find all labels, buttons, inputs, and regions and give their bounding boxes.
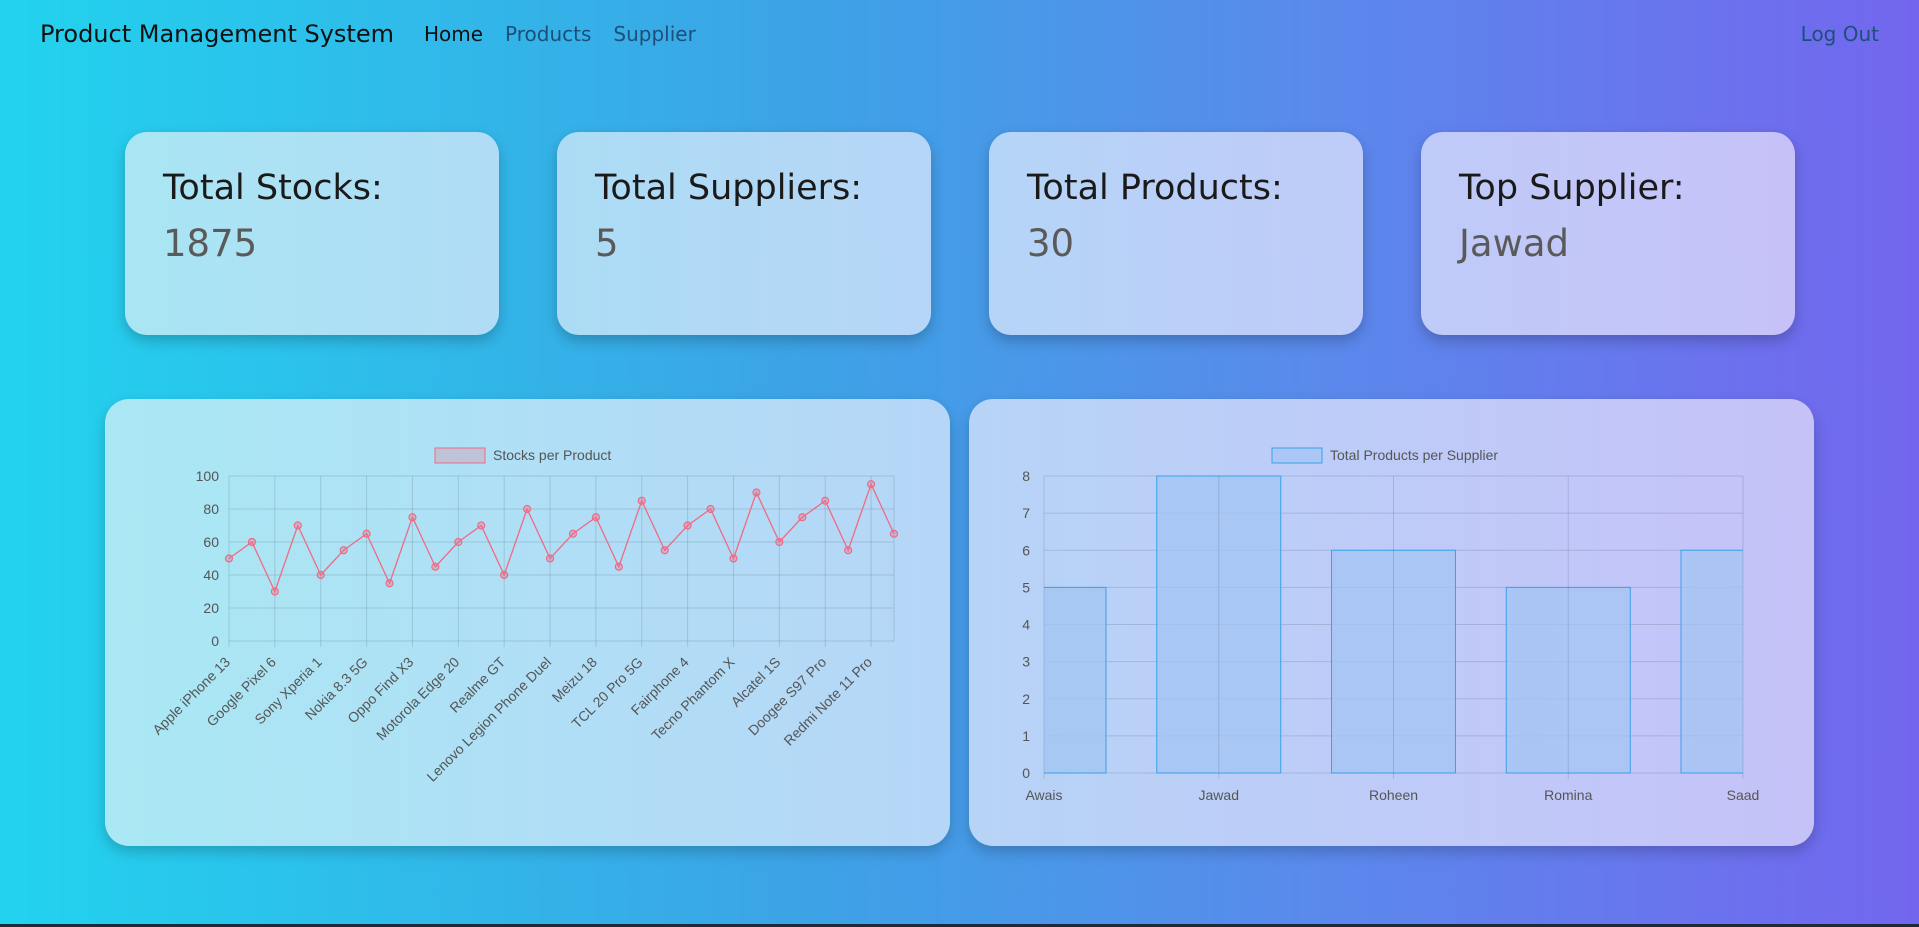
data-point: [545, 554, 555, 563]
y-tick-label: 0: [211, 633, 219, 649]
stocks-chart-panel: Stocks per Product 0 20 40 60 80 100 Apple iPho…: [105, 399, 950, 846]
nav-products-link[interactable]: Products: [505, 22, 591, 46]
data-point: [660, 546, 669, 555]
data-point: [270, 587, 279, 596]
total-stocks-label: Total Stocks:: [163, 168, 383, 208]
total-stocks-value: 1875: [163, 222, 258, 265]
data-point: [500, 570, 509, 580]
legend-swatch: [434, 447, 486, 464]
y-tick-label: 100: [196, 468, 220, 484]
legend-label: Stocks per Product: [493, 447, 611, 463]
data-point: [752, 488, 761, 497]
data-point: [889, 529, 899, 538]
y-tick-label: 80: [203, 501, 219, 517]
x-tick-label: Romina: [1544, 787, 1592, 803]
data-point: [293, 521, 302, 530]
data-point: [224, 554, 234, 563]
nav-supplier-link[interactable]: Supplier: [613, 22, 695, 46]
supplier-chart-panel: Total Products per Supplier 0 1 2 3 4 5 6 7 8 Awai…: [969, 399, 1814, 846]
data-point: [477, 521, 486, 530]
y-tick-label: 4: [1022, 617, 1030, 633]
data-point: [431, 562, 440, 571]
y-tick-label: 20: [203, 600, 219, 616]
navbar: Product Management System Home Products …: [0, 0, 1919, 68]
total-suppliers-label: Total Suppliers:: [595, 168, 863, 208]
data-point: [866, 480, 876, 489]
data-point: [775, 537, 784, 547]
data-point: [729, 554, 738, 563]
total-products-label: Total Products:: [1027, 168, 1283, 208]
x-tick-label: Doogee S97 Pro: [745, 654, 830, 739]
total-products-card: Total Products: 30: [989, 132, 1363, 335]
data-point: [523, 504, 532, 514]
data-point: [362, 529, 371, 538]
data-point: [568, 529, 578, 538]
y-tick-label: 0: [1022, 765, 1030, 781]
total-products-value: 30: [1027, 222, 1075, 265]
top-supplier-value: Jawad: [1459, 222, 1570, 265]
brand-title[interactable]: Product Management System: [40, 20, 394, 48]
top-supplier-label: Top Supplier:: [1459, 168, 1685, 208]
x-tick-label: Motorola Edge 20: [373, 654, 463, 744]
data-point: [821, 496, 830, 505]
y-tick-label: 6: [1022, 542, 1030, 558]
x-tick-label: Roheen: [1369, 787, 1418, 803]
y-tick-label: 3: [1022, 654, 1030, 670]
data-point: [706, 504, 715, 514]
y-tick-label: 5: [1022, 579, 1030, 595]
y-tick-label: 60: [203, 534, 219, 550]
y-tick-label: 2: [1022, 691, 1030, 707]
data-point: [614, 562, 623, 571]
x-tick-label: Redmi Note 11 Pro: [780, 654, 875, 749]
data-point: [798, 513, 807, 522]
data-point: [316, 570, 325, 580]
x-tick-label: Jawad: [1199, 787, 1239, 803]
total-suppliers-value: 5: [595, 222, 619, 265]
data-point: [385, 579, 394, 588]
data-point: [637, 496, 646, 505]
x-tick-label: Tecno Phantom X: [648, 653, 738, 743]
y-tick-label: 8: [1022, 468, 1030, 484]
supplier-bar-chart: Total Products per Supplier 0 1 2 3 4 5 6 7 8 Awai…: [1022, 447, 1760, 803]
x-tick-label: Saad: [1727, 787, 1760, 803]
nav-home-link[interactable]: Home: [424, 22, 483, 46]
top-supplier-card: Top Supplier: Jawad: [1421, 132, 1795, 335]
x-tick-label: Awais: [1025, 787, 1062, 803]
data-point: [844, 546, 853, 555]
stocks-line-chart: Stocks per Product 0 20 40 60 80 100 Apple iPho…: [149, 447, 899, 785]
data-point: [683, 521, 692, 530]
total-suppliers-card: Total Suppliers: 5: [557, 132, 931, 335]
data-point: [408, 513, 417, 522]
y-tick-label: 1: [1022, 728, 1030, 744]
y-tick-label: 7: [1022, 505, 1030, 521]
data-point: [591, 513, 600, 522]
x-tick-label: Apple iPhone 13: [149, 654, 233, 738]
logout-link[interactable]: Log Out: [1801, 22, 1879, 46]
data-point: [339, 546, 348, 555]
data-point: [247, 537, 257, 547]
legend-label: Total Products per Supplier: [1330, 447, 1498, 463]
legend-swatch: [1271, 447, 1323, 464]
data-point: [454, 537, 463, 547]
total-stocks-card: Total Stocks: 1875: [125, 132, 499, 335]
y-tick-label: 40: [203, 567, 219, 583]
